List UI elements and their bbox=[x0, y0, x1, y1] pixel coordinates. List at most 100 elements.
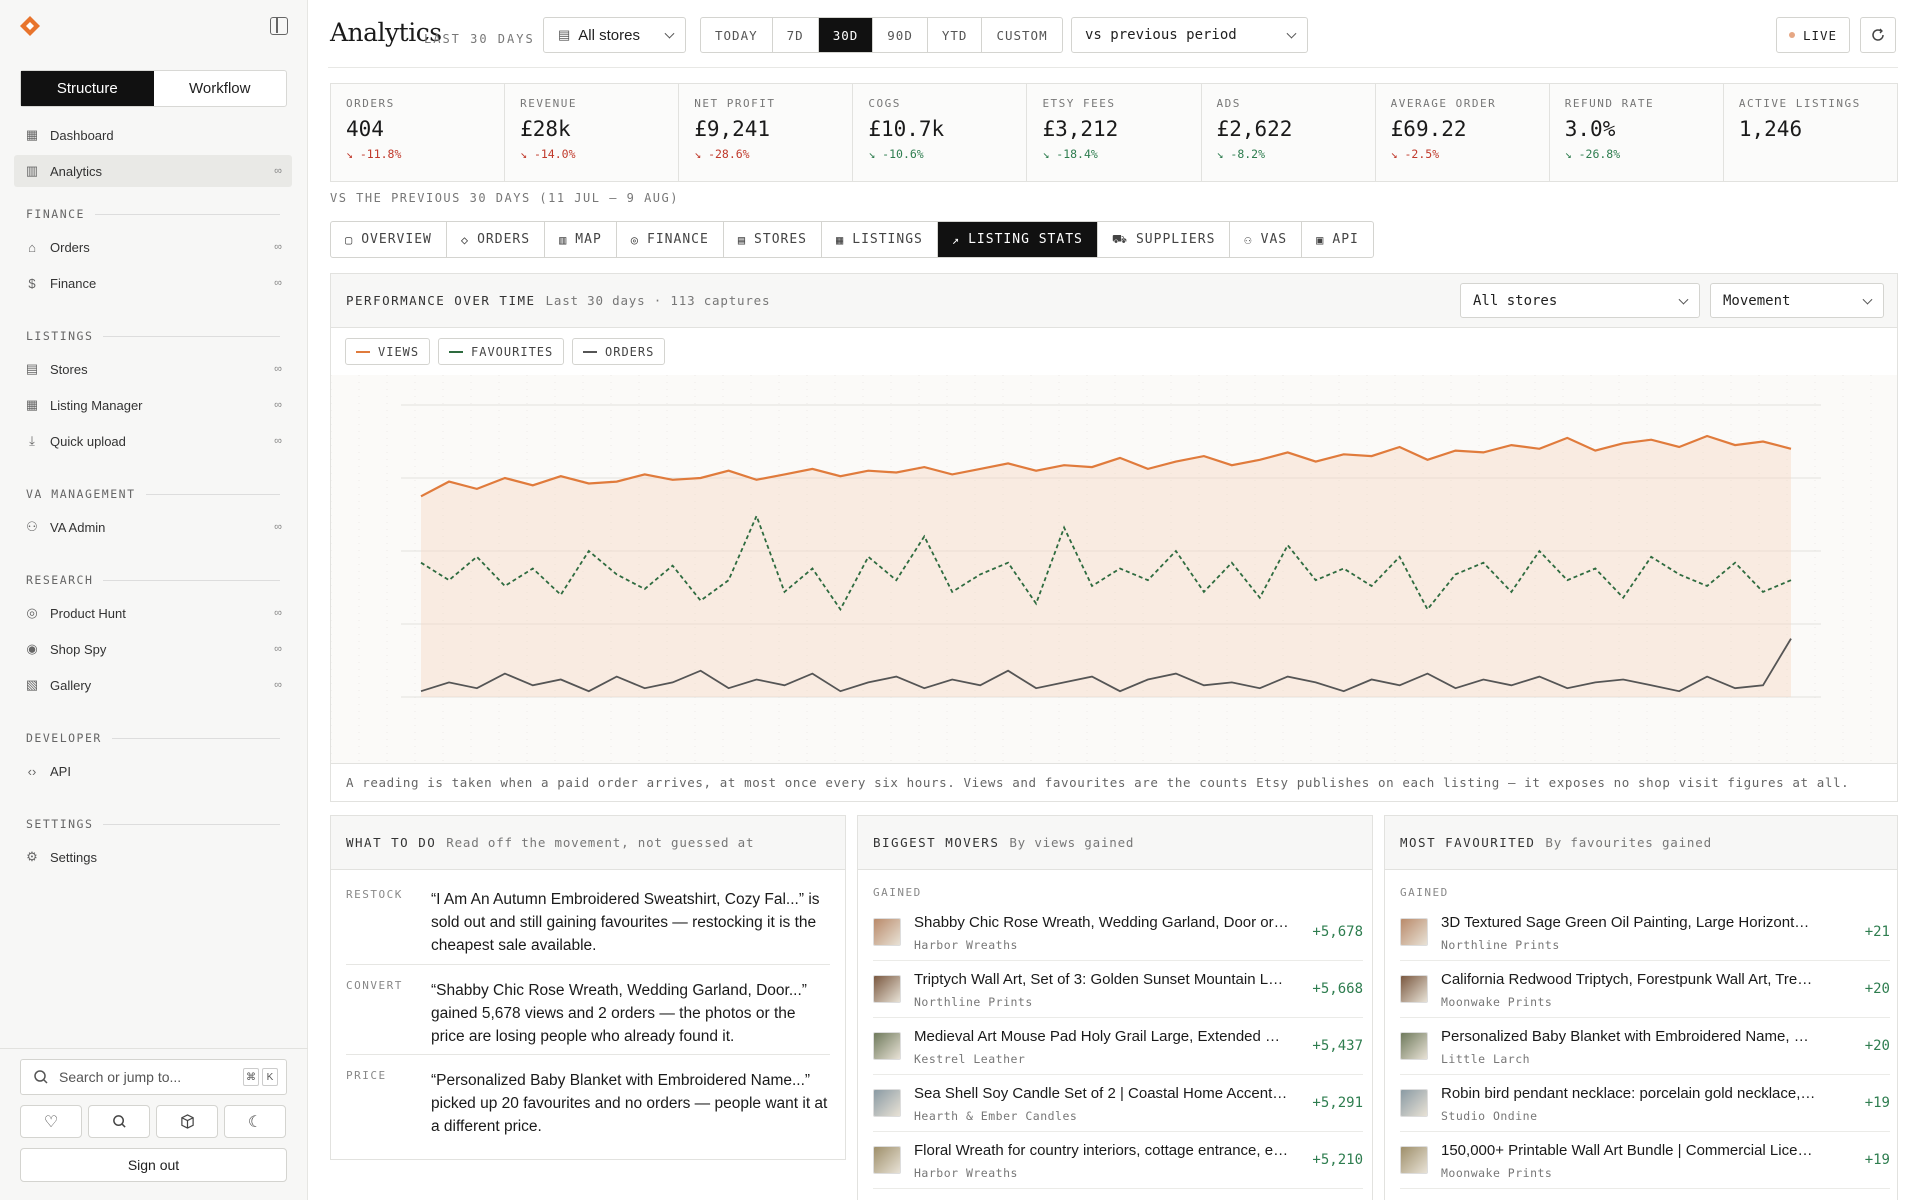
compare-select-value: vs previous period bbox=[1085, 27, 1237, 43]
search-input[interactable]: Search or jump to... ⌘ K bbox=[20, 1059, 287, 1095]
list-item[interactable]: Sea Shell Soy Candle Set of 2 | Coastal … bbox=[873, 1076, 1363, 1132]
tab-workflow[interactable]: Workflow bbox=[154, 71, 287, 106]
finance-icon: $ bbox=[28, 275, 36, 291]
list-item[interactable]: Medieval Art Mouse Pad Holy Grail Large,… bbox=[873, 1019, 1363, 1075]
tab-suppliers[interactable]: ⛟ SUPPLIERS bbox=[1098, 222, 1231, 257]
kpi-value: 404 bbox=[346, 117, 384, 141]
sidebar-item-label: Analytics bbox=[50, 163, 103, 179]
range-30d[interactable]: 30D bbox=[818, 18, 874, 52]
kpi-average-order: AVERAGE ORDER £69.22 ↘ -2.5% bbox=[1376, 84, 1550, 181]
finance-icon: ◎ bbox=[630, 232, 640, 247]
list-item[interactable]: Cozy Green Desk Mat – Lofi Cat Mousepad,… bbox=[873, 1190, 1363, 1200]
list-item[interactable]: 3D Textured Sage Green Oil Painting, Lar… bbox=[1400, 905, 1890, 961]
tab-vas[interactable]: ⚇ VAS bbox=[1230, 222, 1303, 257]
comparison-note: VS THE PREVIOUS 30 DAYS (11 JUL – 9 AUG) bbox=[330, 191, 679, 205]
kpi-value: 3.0% bbox=[1564, 117, 1616, 141]
listing-thumbnail bbox=[1400, 1089, 1428, 1117]
tab-overview[interactable]: ▢ OVERVIEW bbox=[331, 222, 447, 257]
sidebar-item-badge: ∞ bbox=[274, 399, 282, 411]
range-ytd[interactable]: YTD bbox=[928, 18, 983, 52]
kpi-delta: ↘ -10.6% bbox=[868, 147, 924, 161]
range-90d[interactable]: 90D bbox=[873, 18, 928, 52]
list-item[interactable]: Robin bird pendant necklace: porcelain g… bbox=[1400, 1076, 1890, 1132]
list-item[interactable]: California Redwood Triptych, Forestpunk … bbox=[1400, 962, 1890, 1018]
live-button[interactable]: LIVE bbox=[1776, 17, 1850, 53]
legend-views[interactable]: VIEWS bbox=[345, 338, 431, 365]
sidebar-item-dashboard[interactable]: ▦ Dashboard bbox=[14, 119, 292, 151]
tab-listing-stats[interactable]: ↗ LISTING STATS bbox=[937, 222, 1098, 257]
sidebar-item-product-hunt[interactable]: ◎ Product Hunt ∞ bbox=[14, 597, 292, 629]
sidebar-item-shop-spy[interactable]: ◉ Shop Spy ∞ bbox=[14, 633, 292, 665]
sidebar-item-badge: ∞ bbox=[274, 679, 282, 691]
logo-icon[interactable] bbox=[18, 14, 42, 38]
tab-structure[interactable]: Structure bbox=[21, 71, 154, 106]
kpi-delta: ↘ -28.6% bbox=[694, 147, 750, 161]
performance-store-select[interactable]: All stores bbox=[1460, 283, 1700, 318]
range-today[interactable]: TODAY bbox=[701, 18, 773, 52]
tab-map[interactable]: ▥ MAP bbox=[545, 222, 617, 257]
sidebar-item-settings[interactable]: ⚙ Settings bbox=[14, 841, 292, 873]
performance-mode-select[interactable]: Movement bbox=[1710, 283, 1884, 318]
gain-value: +20 bbox=[1864, 981, 1890, 997]
todo-text: “I Am An Autumn Embroidered Sweatshirt, … bbox=[431, 891, 820, 954]
sidebar-collapse-icon[interactable] bbox=[270, 17, 288, 35]
list-item[interactable]: 150,000+ Printable Wall Art Bundle | Com… bbox=[1400, 1133, 1890, 1189]
tab-api[interactable]: ▣ API bbox=[1302, 222, 1373, 257]
listing-thumbnail bbox=[873, 918, 901, 946]
quick-upload-icon: ⤓ bbox=[29, 433, 35, 448]
sidebar-item-listing-manager[interactable]: ▦ Listing Manager ∞ bbox=[14, 389, 292, 421]
kpi-value: £9,241 bbox=[694, 117, 771, 141]
settings-icon: ⚙ bbox=[26, 849, 38, 864]
favourites-button[interactable]: ♡ bbox=[20, 1105, 82, 1138]
sidebar-item-analytics[interactable]: ▥ Analytics ∞ bbox=[14, 155, 292, 187]
list-item[interactable]: Personalized Baby Blanket with Embroider… bbox=[1400, 1019, 1890, 1075]
tab-label: VAS bbox=[1260, 232, 1288, 247]
kpi-label: AVERAGE ORDER bbox=[1390, 97, 1497, 110]
sidebar-item-stores[interactable]: ▤ Stores ∞ bbox=[14, 353, 292, 385]
sidebar-item-quick-upload[interactable]: ⤓ Quick upload ∞ bbox=[14, 425, 292, 457]
favourited-subtitle: By favourites gained bbox=[1545, 835, 1712, 850]
performance-chart bbox=[331, 375, 1897, 763]
sidebar-item-label: Settings bbox=[50, 849, 97, 865]
shop-name: Studio Ondine bbox=[1441, 1109, 1538, 1123]
tab-orders[interactable]: ◇ ORDERS bbox=[447, 222, 546, 257]
listing-thumbnail bbox=[1400, 918, 1428, 946]
legend-favourites[interactable]: FAVOURITES bbox=[438, 338, 565, 365]
tab-label: SUPPLIERS bbox=[1135, 232, 1216, 247]
shop-name: Moonwake Prints bbox=[1441, 995, 1553, 1009]
list-item[interactable]: Shabby Chic Rose Wreath, Wedding Garland… bbox=[873, 905, 1363, 961]
listing-title: 3D Textured Sage Green Oil Painting, Lar… bbox=[1441, 914, 1816, 931]
listing-title: California Redwood Triptych, Forestpunk … bbox=[1441, 971, 1816, 988]
tab-listings[interactable]: ▦ LISTINGS bbox=[822, 222, 938, 257]
orders-swatch bbox=[583, 350, 597, 353]
kpi-active-listings: ACTIVE LISTINGS 1,246 bbox=[1724, 84, 1897, 181]
search-button[interactable] bbox=[88, 1105, 150, 1138]
compare-select[interactable]: vs previous period bbox=[1071, 17, 1308, 53]
api-icon: ‹› bbox=[27, 763, 37, 779]
list-item[interactable]: Triptych Wall Art, Set of 3: Golden Suns… bbox=[873, 962, 1363, 1018]
theme-toggle-button[interactable]: ☾ bbox=[224, 1105, 286, 1138]
range-custom[interactable]: CUSTOM bbox=[982, 18, 1061, 52]
todo-divider bbox=[346, 964, 830, 965]
list-item[interactable]: Floral Wreath for country interiors, cot… bbox=[873, 1133, 1363, 1189]
sidebar-item-gallery[interactable]: ▧ Gallery ∞ bbox=[14, 669, 292, 701]
sidebar-item-finance[interactable]: $ Finance ∞ bbox=[14, 267, 292, 299]
sign-out-button[interactable]: Sign out bbox=[20, 1148, 287, 1182]
store-select[interactable]: ▤ All stores bbox=[543, 17, 686, 53]
range-7d[interactable]: 7D bbox=[773, 18, 819, 52]
legend-orders[interactable]: ORDERS bbox=[572, 338, 666, 365]
sidebar-item-badge: ∞ bbox=[274, 277, 282, 289]
sidebar-item-api[interactable]: ‹› API bbox=[14, 755, 292, 787]
refresh-button[interactable] bbox=[1860, 17, 1896, 53]
mode-toggle: Structure Workflow bbox=[20, 70, 287, 107]
list-item[interactable]: Unique 3ct Oval Cut Moissanite Engagemen… bbox=[1400, 1190, 1890, 1200]
tab-stores[interactable]: ▤ STORES bbox=[724, 222, 823, 257]
kpi-revenue: REVENUE £28k ↘ -14.0% bbox=[505, 84, 680, 181]
sidebar-item-orders[interactable]: ⌂ Orders ∞ bbox=[14, 231, 292, 263]
tab-finance[interactable]: ◎ FINANCE bbox=[617, 222, 724, 257]
views-swatch bbox=[356, 350, 370, 353]
favourited-header: MOST FAVOURITED By favourites gained bbox=[1385, 816, 1897, 870]
sidebar-item-va-admin[interactable]: ⚇ VA Admin ∞ bbox=[14, 511, 292, 543]
package-button[interactable] bbox=[156, 1105, 218, 1138]
kpi-value: £69.22 bbox=[1390, 117, 1467, 141]
